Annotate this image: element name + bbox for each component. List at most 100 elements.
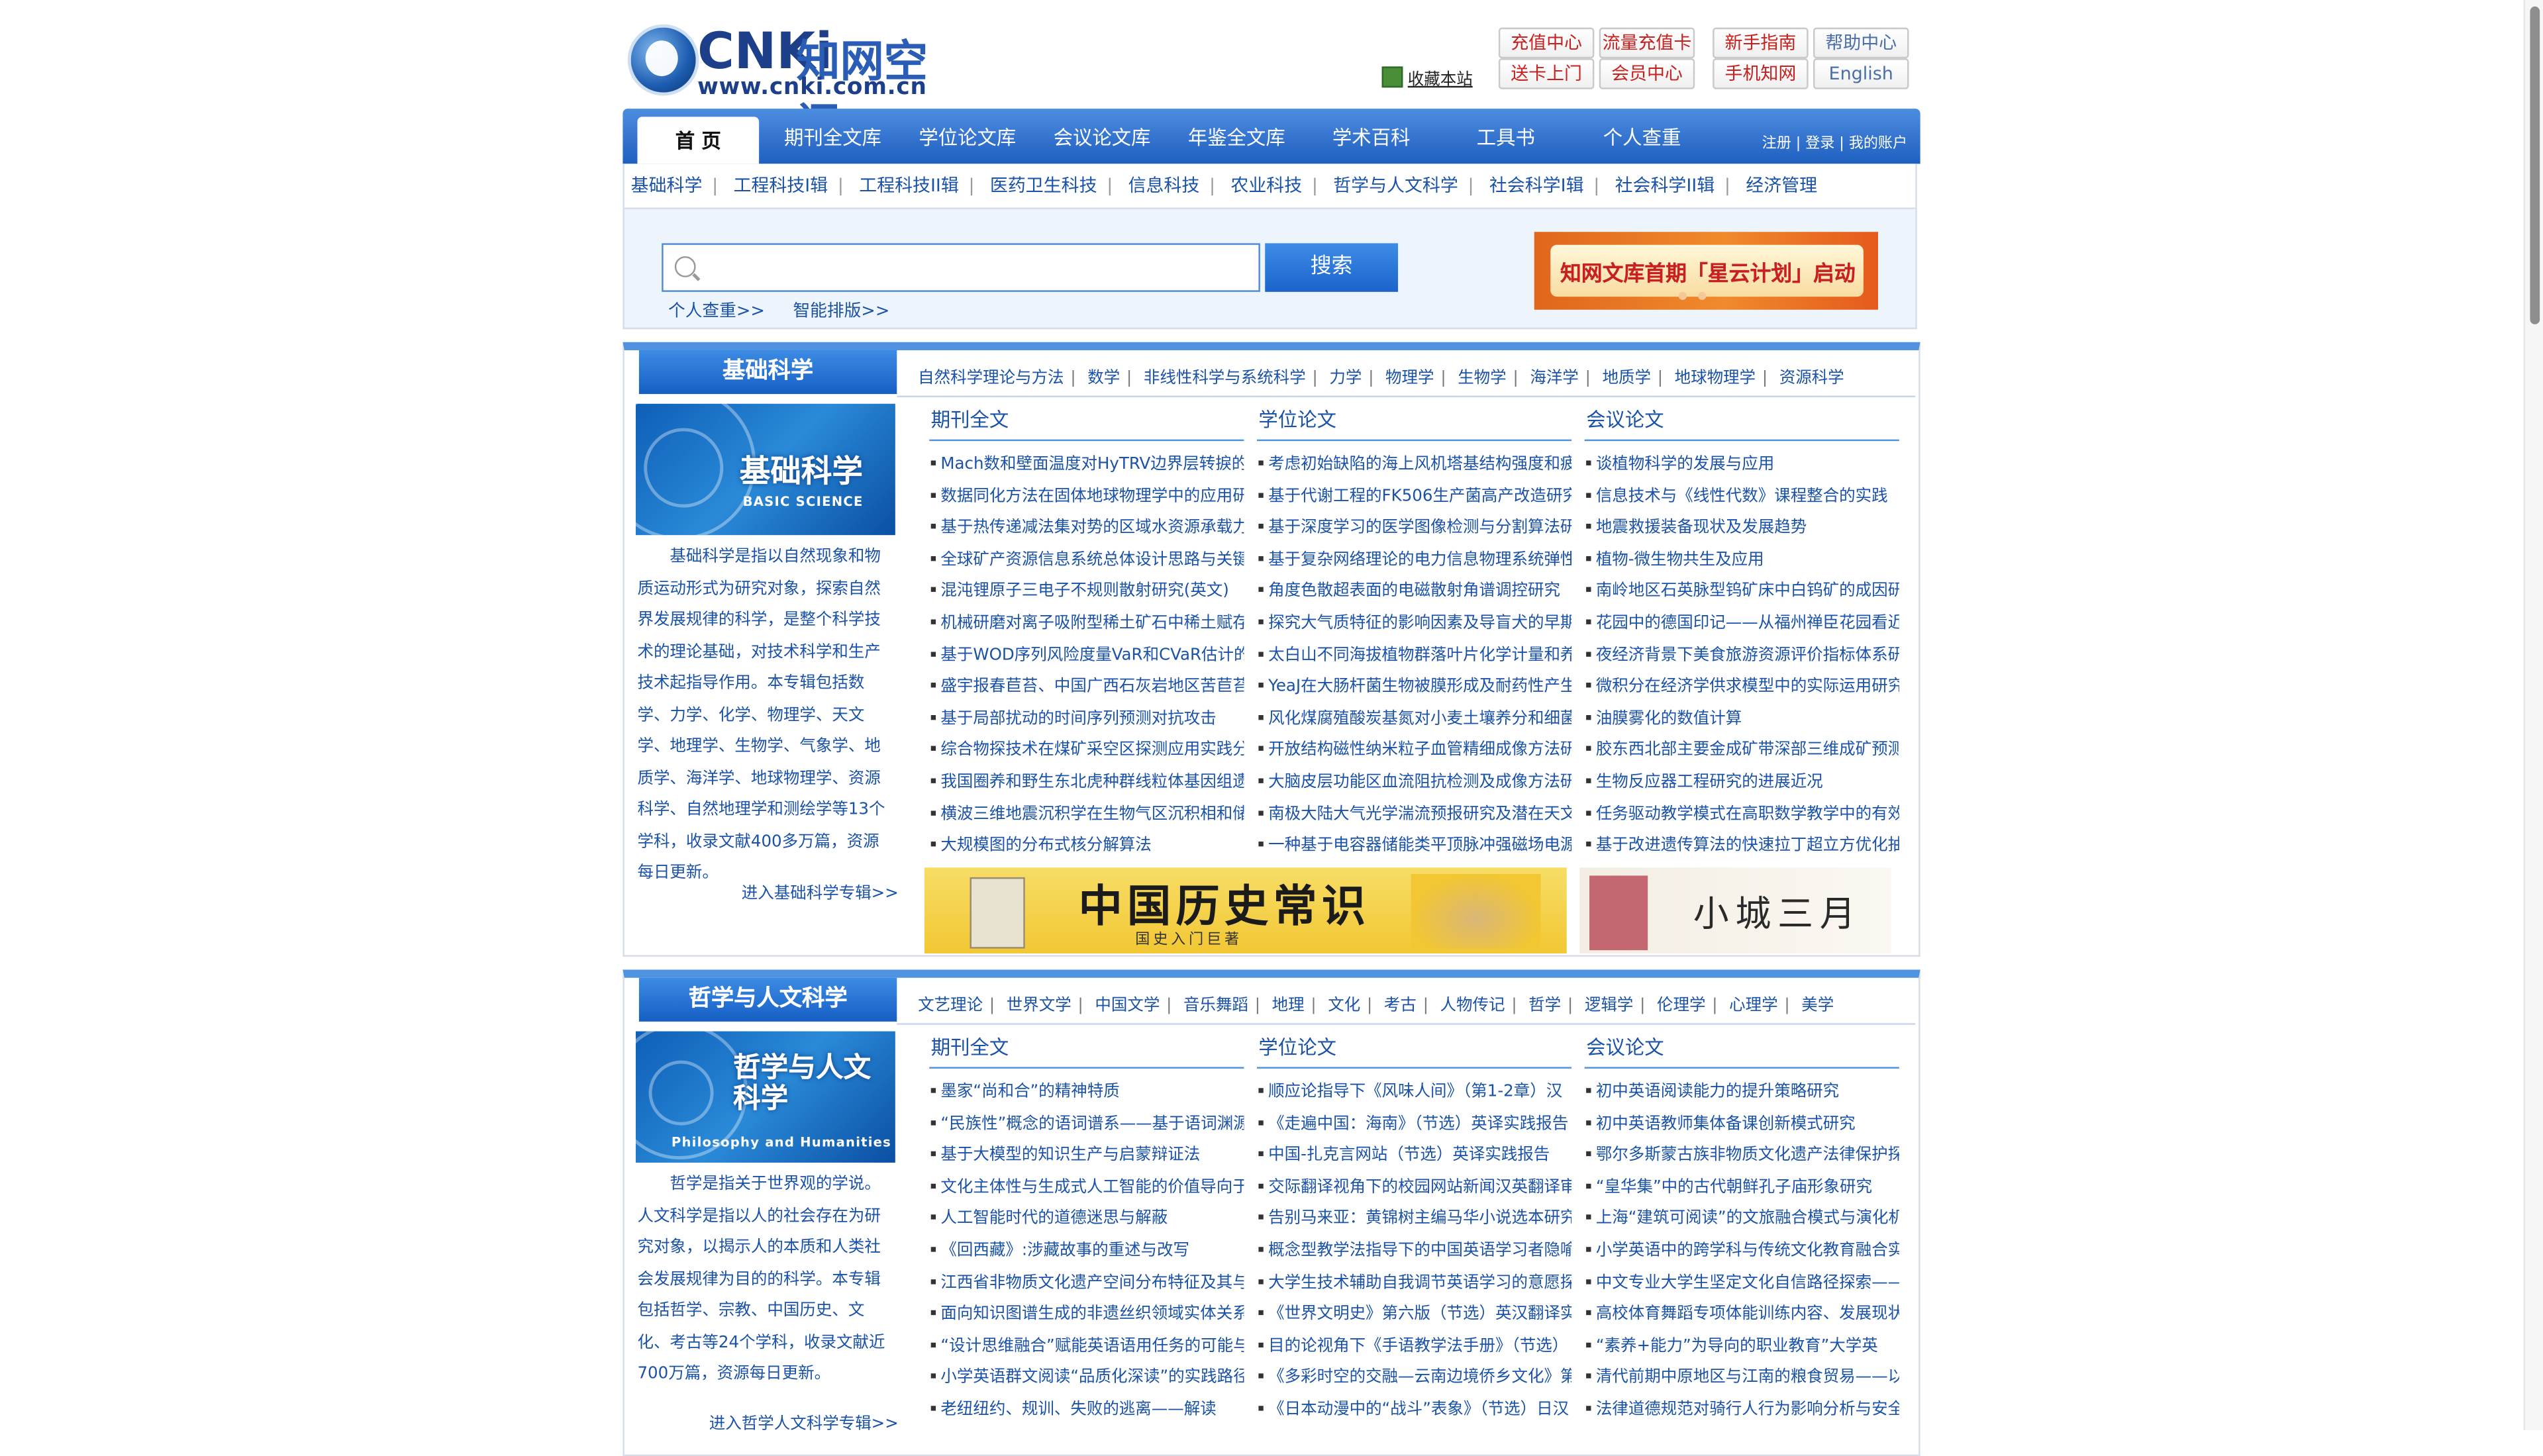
section-image[interactable]: 哲学与人文科学 Philosophy and Humanities bbox=[636, 1031, 895, 1163]
subnav-item[interactable]: 哲学与人文科学 bbox=[1333, 175, 1458, 196]
article-link[interactable]: 《回西藏》:涉藏故事的重述与改写 bbox=[929, 1236, 1244, 1267]
ad-history-book[interactable]: 中国历史常识 国史入门巨著 bbox=[924, 867, 1567, 954]
search-input[interactable] bbox=[662, 243, 1260, 292]
article-link[interactable]: 南岭地区石英脉型钨矿床中白钨矿的成因研 bbox=[1585, 576, 1899, 608]
subnav-item[interactable]: 社会科学II辑 bbox=[1615, 175, 1715, 196]
tag[interactable]: 逻辑学 bbox=[1585, 997, 1633, 1015]
tag[interactable]: 中国文学 bbox=[1095, 997, 1160, 1015]
article-link[interactable]: 《多彩时空的交融—云南边境侨乡文化》第 bbox=[1257, 1363, 1571, 1394]
article-link[interactable]: “设计思维融合”赋能英语语用任务的可能与 bbox=[929, 1331, 1244, 1363]
recharge-center-button[interactable]: 充值中心 bbox=[1498, 27, 1595, 59]
article-link[interactable]: 鄂尔多斯蒙古族非物质文化遗产法律保护探 bbox=[1585, 1140, 1899, 1172]
nav-theses[interactable]: 学位论文库 bbox=[900, 123, 1034, 151]
enter-section-link[interactable]: 进入基础科学专辑>> bbox=[742, 879, 899, 903]
article-link[interactable]: 基于热传递减法集对势的区域水资源承载力 bbox=[929, 512, 1244, 544]
tag[interactable]: 非线性科学与系统科学 bbox=[1144, 369, 1306, 387]
article-link[interactable]: 面向知识图谱生成的非遗丝织领域实体关系 bbox=[929, 1299, 1244, 1331]
article-link[interactable]: 机械研磨对离子吸附型稀土矿石中稀土赋存 bbox=[929, 608, 1244, 640]
tag[interactable]: 人物传记 bbox=[1440, 997, 1505, 1015]
article-link[interactable]: 《走遍中国：海南》（节选）英译实践报告 bbox=[1257, 1108, 1571, 1140]
article-link[interactable]: 基于复杂网络理论的电力信息物理系统弹性 bbox=[1257, 544, 1571, 576]
tag[interactable]: 世界文学 bbox=[1007, 997, 1072, 1015]
article-link[interactable]: 基于改进遗传算法的快速拉丁超立方优化抽 bbox=[1585, 830, 1899, 862]
article-link[interactable]: 信息技术与《线性代数》课程整合的实践 bbox=[1585, 481, 1899, 512]
tag[interactable]: 伦理学 bbox=[1657, 997, 1705, 1015]
nav-conferences[interactable]: 会议论文库 bbox=[1034, 123, 1169, 151]
nav-home[interactable]: 首 页 bbox=[637, 117, 760, 164]
article-link[interactable]: 小学英语中的跨学科与传统文化教育融合实 bbox=[1585, 1236, 1899, 1267]
article-link[interactable]: 太白山不同海拔植物群落叶片化学计量和养 bbox=[1257, 640, 1571, 671]
article-link[interactable]: 开放结构磁性纳米粒子血管精细成像方法研 bbox=[1257, 735, 1571, 767]
favorite-link[interactable]: 收藏本站 bbox=[1381, 65, 1473, 89]
tag[interactable]: 文化 bbox=[1328, 997, 1360, 1015]
article-link[interactable]: 谈植物科学的发展与应用 bbox=[1585, 449, 1899, 481]
article-link[interactable]: 夜经济背景下美食旅游资源评价指标体系研 bbox=[1585, 640, 1899, 671]
article-link[interactable]: 地震救援装备现状及发展趋势 bbox=[1585, 512, 1899, 544]
tag[interactable]: 地球物理学 bbox=[1675, 369, 1756, 387]
article-link[interactable]: 胶东西北部主要金成矿带深部三维成矿预测 bbox=[1585, 735, 1899, 767]
article-link[interactable]: “素养+能力”为导向的职业教育”大学英 bbox=[1585, 1331, 1899, 1363]
carousel-dot[interactable] bbox=[1698, 291, 1707, 301]
article-link[interactable]: 初中英语阅读能力的提升策略研究 bbox=[1585, 1077, 1899, 1108]
login-link[interactable]: 登录 bbox=[1805, 136, 1834, 152]
column-heading[interactable]: 会议论文 bbox=[1584, 1033, 1899, 1069]
article-link[interactable]: 油膜雾化的数值计算 bbox=[1585, 703, 1899, 735]
my-account-link[interactable]: 我的账户 bbox=[1849, 136, 1907, 152]
article-link[interactable]: 交际翻译视角下的校园网站新闻汉英翻译审 bbox=[1257, 1172, 1571, 1204]
article-link[interactable]: 植物-微生物共生及应用 bbox=[1585, 544, 1899, 576]
article-link[interactable]: 大脑皮层功能区血流阻抗检测及成像方法研 bbox=[1257, 767, 1571, 799]
tag[interactable]: 哲学 bbox=[1528, 997, 1561, 1015]
nav-journals[interactable]: 期刊全文库 bbox=[766, 123, 900, 151]
column-heading[interactable]: 期刊全文 bbox=[929, 405, 1244, 442]
article-link[interactable]: YeaJ在大肠杆菌生物被膜形成及耐药性产生 bbox=[1257, 671, 1571, 703]
scrollbar[interactable] bbox=[2523, 0, 2543, 1431]
subnav-item[interactable]: 基础科学 bbox=[631, 175, 703, 196]
article-link[interactable]: 花园中的德国印记——从福州禅臣花园看近 bbox=[1585, 608, 1899, 640]
article-link[interactable]: 概念型教学法指导下的中国英语学习者隐喻 bbox=[1257, 1236, 1571, 1267]
member-center-button[interactable]: 会员中心 bbox=[1599, 58, 1695, 89]
register-link[interactable]: 注册 bbox=[1762, 136, 1791, 152]
nav-yearbooks[interactable]: 年鉴全文库 bbox=[1170, 123, 1304, 151]
article-link[interactable]: 初中英语教师集体备课创新模式研究 bbox=[1585, 1108, 1899, 1140]
article-link[interactable]: 大规模图的分布式核分解算法 bbox=[929, 830, 1244, 862]
column-heading[interactable]: 会议论文 bbox=[1584, 405, 1899, 442]
section-image[interactable]: 基础科学 BASIC SCIENCE bbox=[636, 403, 895, 536]
enter-section-link[interactable]: 进入哲学人文科学专辑>> bbox=[709, 1409, 899, 1433]
article-link[interactable]: 考虑初始缺陷的海上风机塔基结构强度和疲 bbox=[1257, 449, 1571, 481]
section-title[interactable]: 基础科学 bbox=[638, 350, 897, 395]
article-link[interactable]: 中文专业大学生坚定文化自信路径探索—— bbox=[1585, 1267, 1899, 1299]
article-link[interactable]: Mach数和壁面温度对HyTRV边界层转捩的 bbox=[929, 449, 1244, 481]
article-link[interactable]: 综合物探技术在煤矿采空区探测应用实践分 bbox=[929, 735, 1244, 767]
subnav-item[interactable]: 信息科技 bbox=[1128, 175, 1200, 196]
article-link[interactable]: “民族性”概念的语词谱系——基于语词渊源 bbox=[929, 1108, 1244, 1140]
article-link[interactable]: 南极大陆大气光学湍流预报研究及潜在天文 bbox=[1257, 799, 1571, 830]
tag[interactable]: 美学 bbox=[1801, 997, 1834, 1015]
subnav-item[interactable]: 经济管理 bbox=[1746, 175, 1817, 196]
tag[interactable]: 文艺理论 bbox=[918, 997, 983, 1015]
article-link[interactable]: 江西省非物质文化遗产空间分布特征及其与 bbox=[929, 1267, 1244, 1299]
tag[interactable]: 音乐舞蹈 bbox=[1183, 997, 1248, 1015]
tag[interactable]: 海洋学 bbox=[1530, 369, 1578, 387]
article-link[interactable]: 文化主体性与生成式人工智能的价值导向于 bbox=[929, 1172, 1244, 1204]
search-button[interactable]: 搜索 bbox=[1265, 243, 1399, 292]
article-link[interactable]: 基于深度学习的医学图像检测与分割算法研 bbox=[1257, 512, 1571, 544]
smart-layout-link[interactable]: 智能排版>> bbox=[793, 302, 889, 321]
tag[interactable]: 心理学 bbox=[1729, 997, 1777, 1015]
article-link[interactable]: 生物反应器工程研究的进展近况 bbox=[1585, 767, 1899, 799]
article-link[interactable]: 横波三维地震沉积学在生物气区沉积相和储 bbox=[929, 799, 1244, 830]
article-link[interactable]: 微积分在经济学供求模型中的实际运用研究 bbox=[1585, 671, 1899, 703]
mobile-cnki-button[interactable]: 手机知网 bbox=[1713, 58, 1809, 89]
article-link[interactable]: 基于局部扰动的时间序列预测对抗攻击 bbox=[929, 703, 1244, 735]
scrollbar-thumb[interactable] bbox=[2530, 6, 2540, 324]
article-link[interactable]: 清代前期中原地区与江南的粮食贸易——以 bbox=[1585, 1363, 1899, 1394]
article-link[interactable]: 探究大气质特征的影响因素及导盲犬的早期 bbox=[1257, 608, 1571, 640]
article-link[interactable]: 顺应论指导下《风味人间》（第1-2章）汉 bbox=[1257, 1077, 1571, 1108]
tag[interactable]: 数学 bbox=[1087, 369, 1120, 387]
article-link[interactable]: 老纽纽约、规训、失败的逃离——解读 bbox=[929, 1394, 1244, 1426]
promo-banner[interactable]: 知网文库首期「星云计划」启动 bbox=[1534, 232, 1878, 310]
card-delivery-button[interactable]: 送卡上门 bbox=[1498, 58, 1595, 89]
column-heading[interactable]: 学位论文 bbox=[1256, 1033, 1572, 1069]
column-heading[interactable]: 学位论文 bbox=[1256, 405, 1572, 442]
article-link[interactable]: “皇华集”中的古代朝鲜孔子庙形象研究 bbox=[1585, 1172, 1899, 1204]
article-link[interactable]: 数据同化方法在固体地球物理学中的应用研 bbox=[929, 481, 1244, 512]
